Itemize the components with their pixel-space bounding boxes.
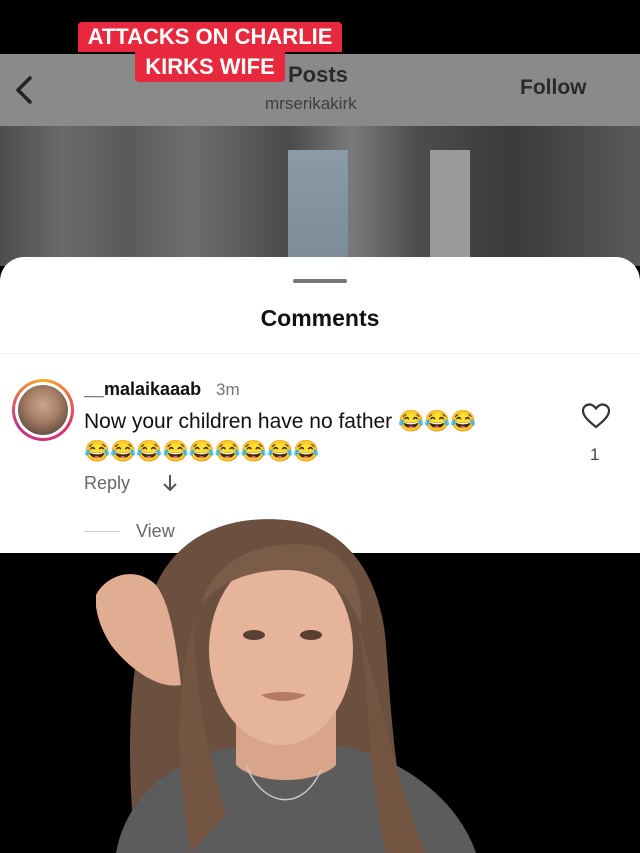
avatar-image [18,385,68,435]
comment-text: Now your children have no father 😂😂😂 😂😂😂… [84,407,564,467]
comment-username[interactable]: __malaikaaab [84,379,201,400]
title-banner: ATTACKS ON CHARLIE KIRKS WIFE [68,22,352,82]
background-window [288,150,348,260]
comment-text-line-2: 😂😂😂😂😂😂😂😂😂 [84,440,320,463]
person-overlay-image [96,519,476,853]
chevron-left-icon[interactable] [10,70,40,110]
background-window [430,150,470,260]
banner-line-1: ATTACKS ON CHARLIE [77,22,343,52]
sheet-grabber[interactable] [293,279,347,283]
banner-line-2: KIRKS WIFE [135,52,285,82]
arrow-down-icon[interactable] [160,472,180,494]
follow-button[interactable]: Follow [520,76,587,100]
comment-timestamp: 3m [216,380,240,399]
header-username[interactable]: mrserikakirk [265,94,357,114]
heart-icon[interactable] [582,403,610,429]
comments-sheet: Comments __malaikaaab 3m Now your childr… [0,257,640,553]
comment-text-line-1: Now your children have no father 😂😂😂 [84,410,477,433]
divider [0,353,640,354]
like-count: 1 [590,445,600,464]
sheet-title: Comments [260,305,380,331]
reply-button[interactable]: Reply [84,473,130,494]
avatar[interactable] [12,379,74,441]
